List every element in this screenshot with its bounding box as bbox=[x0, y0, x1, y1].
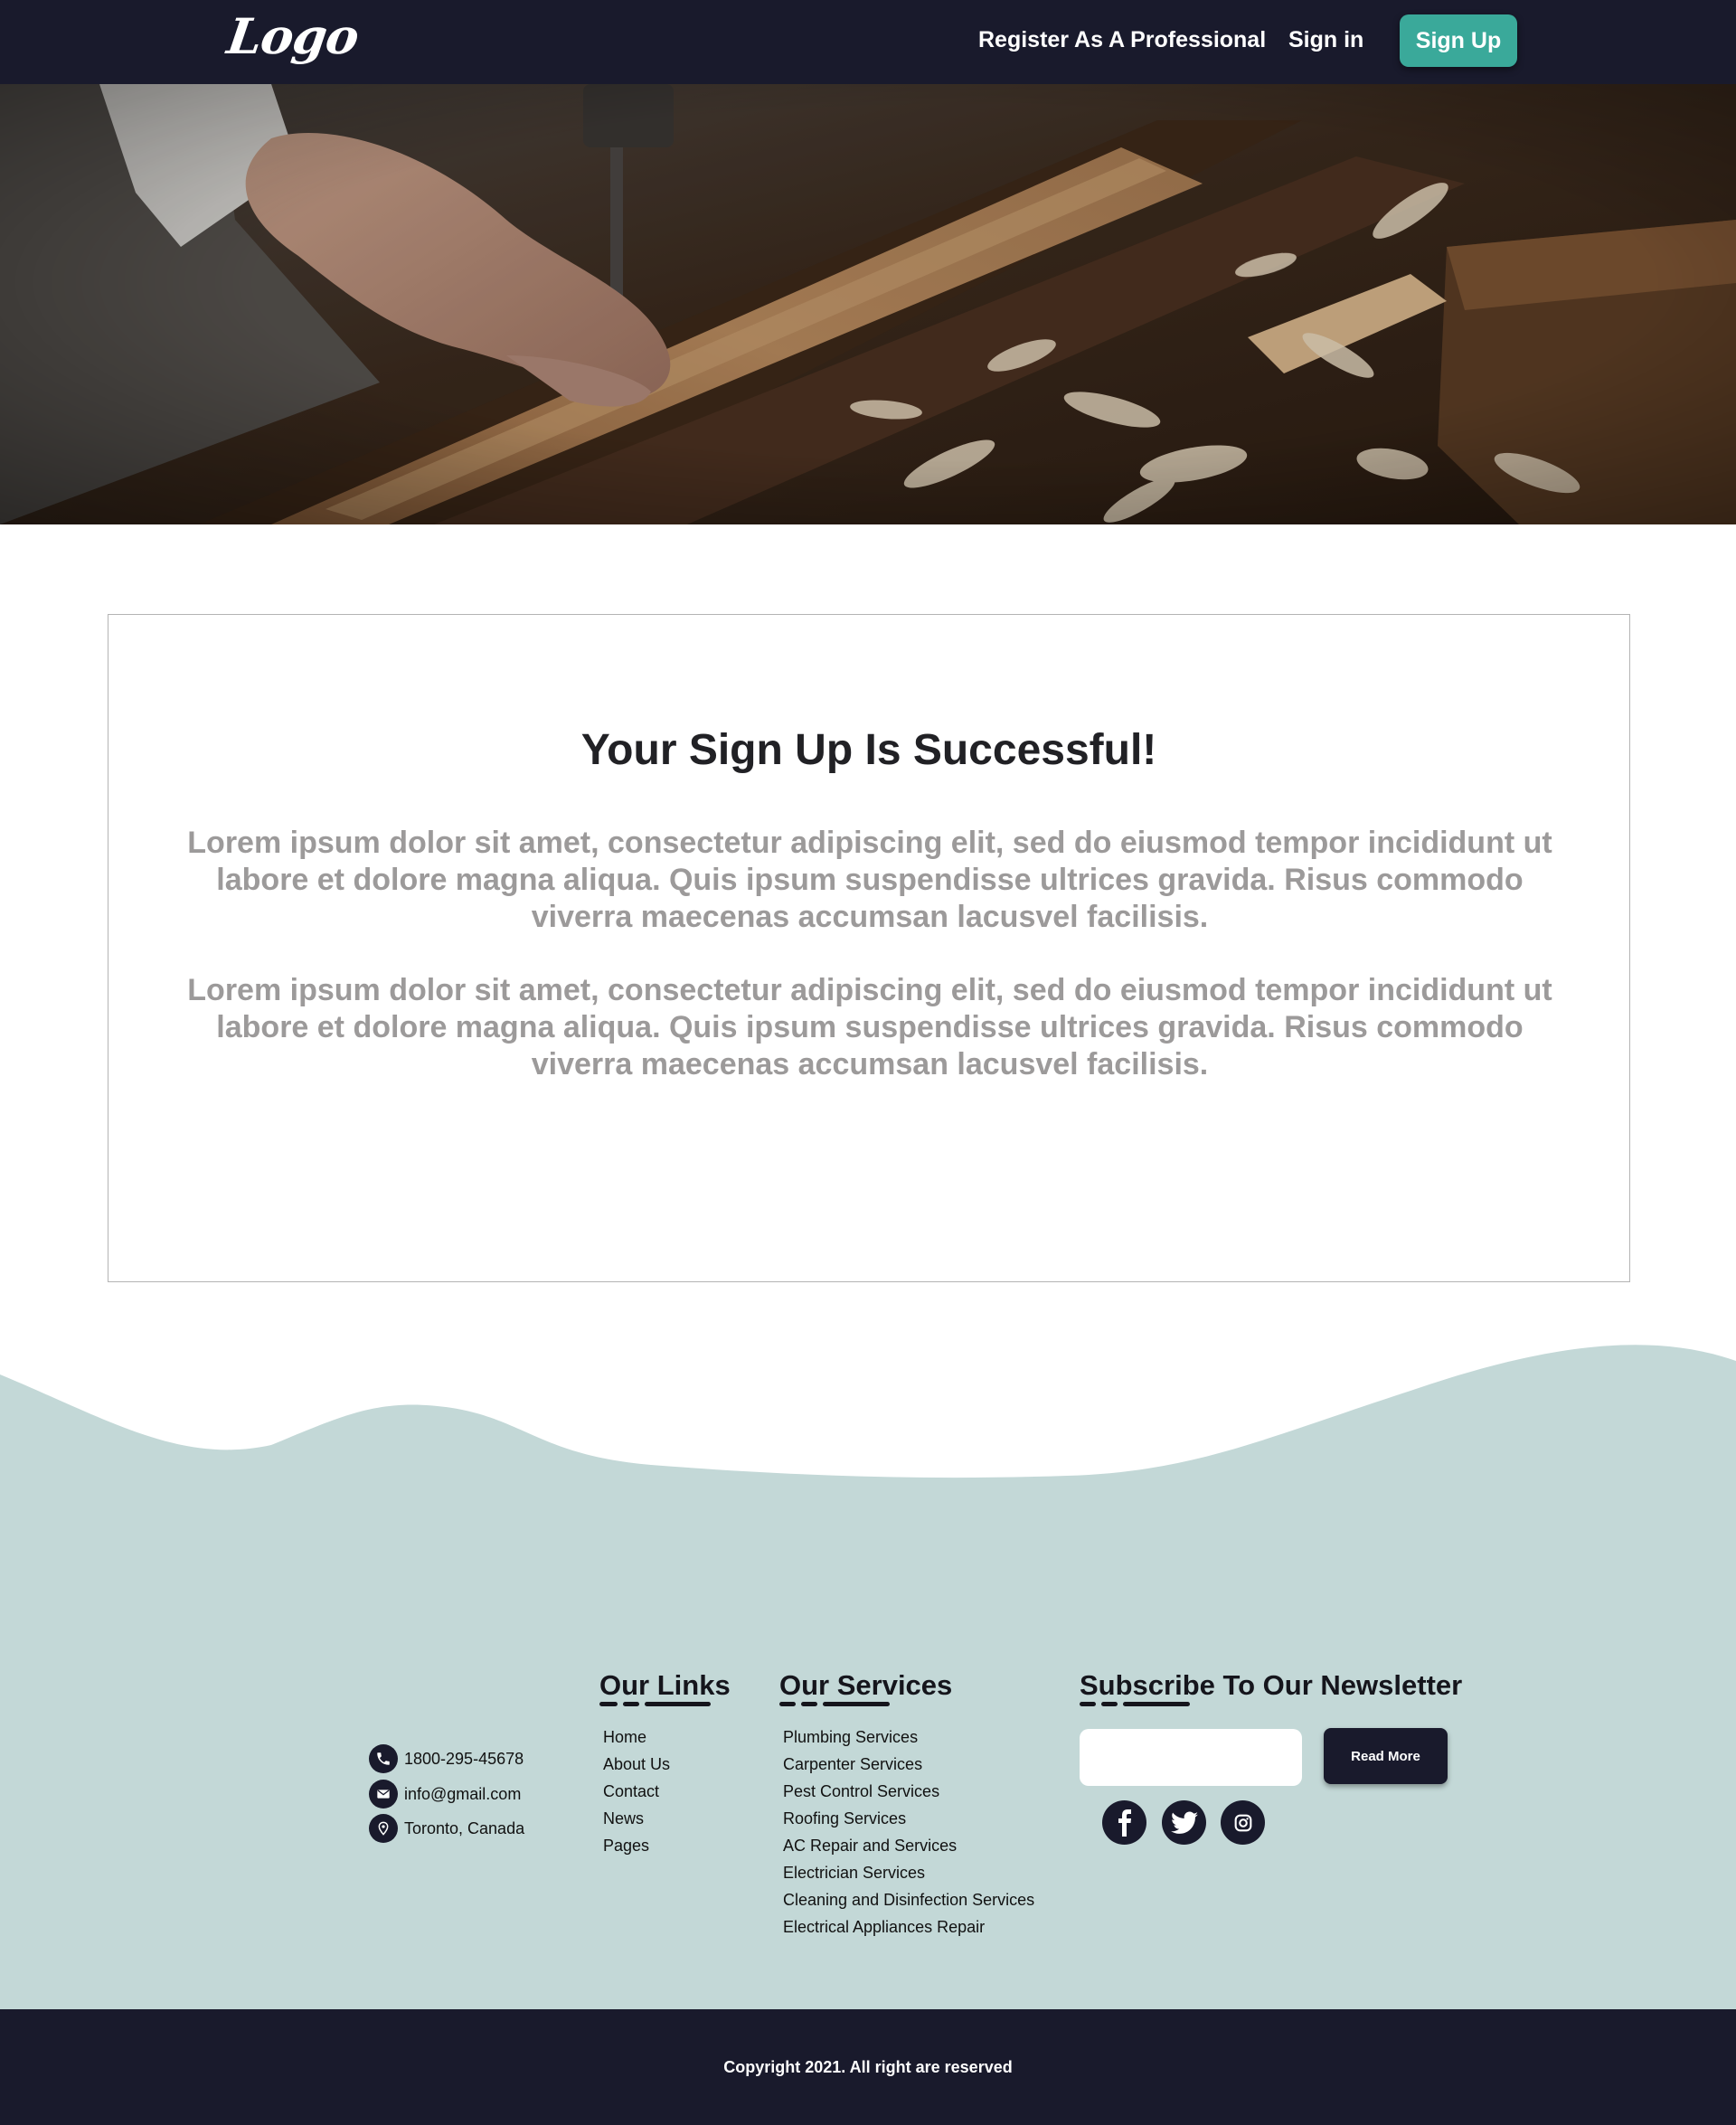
service-link-carpenter[interactable]: Carpenter Services bbox=[783, 1751, 1034, 1778]
heading-underline bbox=[823, 1702, 890, 1706]
hero-carpentry-illustration bbox=[0, 84, 1736, 524]
read-more-button[interactable]: Read More bbox=[1324, 1728, 1448, 1784]
our-links-list: Home About Us Contact News Pages bbox=[603, 1724, 670, 1859]
footer-link-contact[interactable]: Contact bbox=[603, 1778, 670, 1805]
heading-underline bbox=[645, 1702, 711, 1706]
heading-underline bbox=[1080, 1702, 1096, 1706]
service-link-appliances[interactable]: Electrical Appliances Repair bbox=[783, 1913, 1034, 1941]
newsletter-email-input[interactable] bbox=[1080, 1729, 1302, 1786]
contact-location[interactable]: Toronto, Canada bbox=[369, 1814, 524, 1843]
signup-success-card: Your Sign Up Is Successful! Lorem ipsum … bbox=[108, 614, 1630, 1282]
instagram-icon[interactable] bbox=[1221, 1800, 1265, 1845]
service-link-ac-repair[interactable]: AC Repair and Services bbox=[783, 1832, 1034, 1859]
footer-link-news[interactable]: News bbox=[603, 1805, 670, 1832]
service-link-cleaning[interactable]: Cleaning and Disinfection Services bbox=[783, 1886, 1034, 1913]
location-pin-icon bbox=[369, 1814, 398, 1843]
service-link-plumbing[interactable]: Plumbing Services bbox=[783, 1724, 1034, 1751]
footer-link-about-us[interactable]: About Us bbox=[603, 1751, 670, 1778]
sign-up-button[interactable]: Sign Up bbox=[1400, 14, 1517, 67]
heading-underline bbox=[623, 1702, 639, 1706]
newsletter-heading: Subscribe To Our Newsletter bbox=[1080, 1669, 1463, 1701]
service-link-roofing[interactable]: Roofing Services bbox=[783, 1805, 1034, 1832]
site-header: Logo Register As A Professional Sign in … bbox=[0, 0, 1736, 84]
footer-link-pages[interactable]: Pages bbox=[603, 1832, 670, 1859]
success-title: Your Sign Up Is Successful! bbox=[580, 726, 1157, 774]
footer-link-home[interactable]: Home bbox=[603, 1724, 670, 1751]
our-links-heading: Our Links bbox=[599, 1669, 731, 1701]
register-professional-link[interactable]: Register As A Professional bbox=[978, 27, 1266, 53]
service-link-pest-control[interactable]: Pest Control Services bbox=[783, 1778, 1034, 1805]
contact-phone[interactable]: 1800-295-45678 bbox=[369, 1744, 524, 1773]
sign-in-link[interactable]: Sign in bbox=[1288, 27, 1363, 53]
facebook-icon[interactable] bbox=[1102, 1800, 1146, 1845]
heading-underline bbox=[599, 1702, 618, 1706]
copyright-text: Copyright 2021. All right are reserved bbox=[723, 2058, 1013, 2076]
heading-underline bbox=[779, 1702, 796, 1706]
our-services-heading: Our Services bbox=[779, 1669, 953, 1701]
twitter-icon[interactable] bbox=[1162, 1800, 1206, 1845]
our-services-list: Plumbing Services Carpenter Services Pes… bbox=[783, 1724, 1034, 1941]
phone-icon bbox=[369, 1744, 398, 1773]
hero-image bbox=[0, 84, 1736, 524]
contact-email[interactable]: info@gmail.com bbox=[369, 1780, 521, 1809]
heading-underline bbox=[1123, 1702, 1190, 1706]
contact-email-text: info@gmail.com bbox=[404, 1784, 522, 1803]
contact-phone-text: 1800-295-45678 bbox=[404, 1749, 524, 1768]
copyright-bar: Copyright 2021. All right are reserved bbox=[0, 2009, 1736, 2125]
heading-underline bbox=[1101, 1702, 1118, 1706]
success-paragraph-2: Lorem ipsum dolor sit amet, consectetur … bbox=[187, 973, 1552, 1081]
logo[interactable]: Logo bbox=[224, 7, 363, 65]
service-link-electrician[interactable]: Electrician Services bbox=[783, 1859, 1034, 1886]
mail-icon bbox=[369, 1780, 398, 1809]
heading-underline bbox=[801, 1702, 817, 1706]
success-paragraph-1: Lorem ipsum dolor sit amet, consectetur … bbox=[187, 826, 1552, 934]
contact-location-text: Toronto, Canada bbox=[404, 1818, 525, 1837]
